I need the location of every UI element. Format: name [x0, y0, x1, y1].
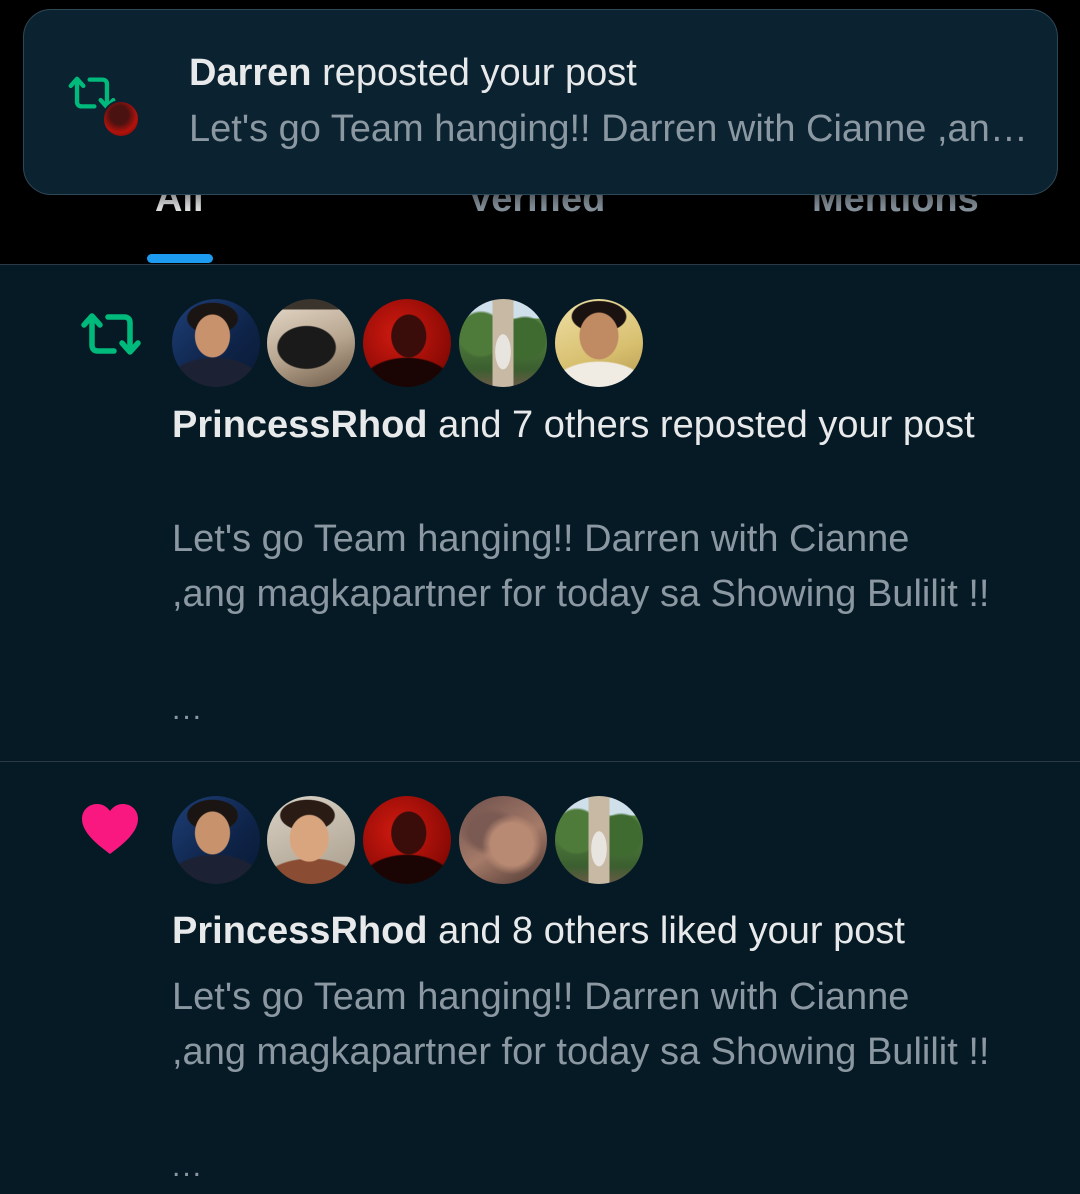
avatar[interactable]: [267, 796, 355, 884]
post-snippet: Let's go Team hanging!! Darren with Cian…: [172, 518, 990, 615]
avatar[interactable]: [555, 796, 643, 884]
post-snippet: Let's go Team hanging!! Darren with Cian…: [172, 976, 990, 1073]
notification-title: PrincessRhod and 7 others reposted your …: [172, 398, 1022, 453]
toast-action: reposted your post: [322, 52, 637, 94]
notification-action: and 7 others reposted your post: [438, 404, 975, 446]
avatar[interactable]: [363, 796, 451, 884]
notifications-page: All Verified Mentions Darren reposted yo…: [0, 0, 1080, 1194]
toast-snippet: Let's go Team hanging!! Darren with Cian…: [189, 108, 1034, 150]
toast-title: Darren reposted your post: [189, 52, 637, 95]
avatar[interactable]: [459, 796, 547, 884]
avatar[interactable]: [267, 299, 355, 387]
notification-actor[interactable]: PrincessRhod: [172, 910, 428, 952]
avatar[interactable]: [172, 796, 260, 884]
more-indicator: ...: [172, 1150, 204, 1183]
notification-actor[interactable]: PrincessRhod: [172, 404, 428, 446]
more-indicator: ...: [172, 693, 204, 726]
notification-item[interactable]: PrincessRhod and 8 others liked your pos…: [0, 762, 1080, 1194]
notification-title: PrincessRhod and 8 others liked your pos…: [172, 904, 1022, 959]
avatar[interactable]: [172, 299, 260, 387]
avatar[interactable]: [459, 299, 547, 387]
avatar: [102, 100, 140, 138]
heart-icon: [82, 804, 138, 854]
avatar[interactable]: [363, 299, 451, 387]
repost-icon: [81, 313, 141, 355]
notification-item[interactable]: PrincessRhod and 7 others reposted your …: [0, 265, 1080, 762]
repost-toast[interactable]: Darren reposted your post Let's go Team …: [23, 9, 1058, 195]
toast-actor: Darren: [189, 52, 312, 94]
avatar[interactable]: [555, 299, 643, 387]
notification-action: and 8 others liked your post: [438, 910, 905, 952]
active-tab-indicator: [147, 254, 213, 263]
